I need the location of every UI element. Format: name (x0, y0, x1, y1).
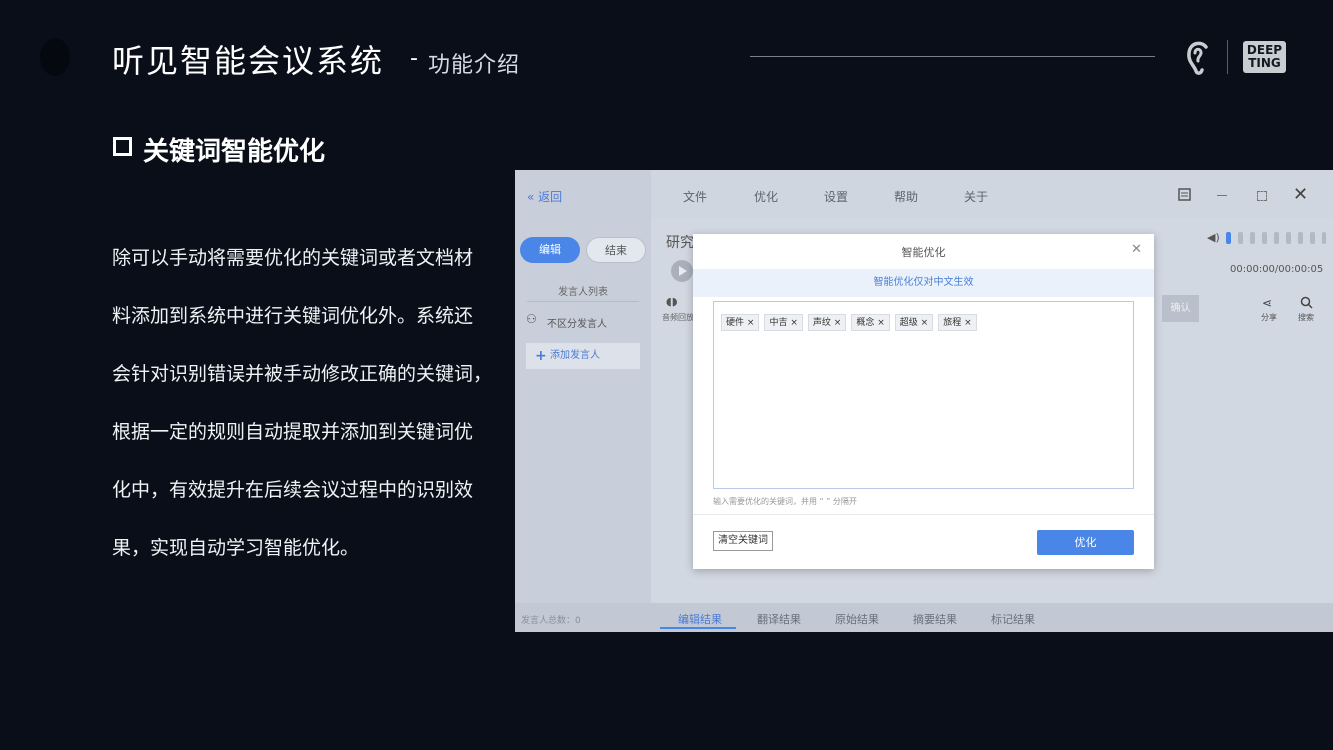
tab-edit-result[interactable]: 编辑结果 (678, 611, 722, 627)
volume-bar (1298, 232, 1303, 244)
tab-translate-result[interactable]: 翻译结果 (757, 611, 801, 627)
add-speaker-button[interactable]: + 添加发言人 (526, 343, 640, 369)
header-divider (750, 56, 1155, 57)
volume-bar (1262, 232, 1267, 244)
menu-settings[interactable]: 设置 (824, 188, 848, 205)
title-separator: - (410, 46, 418, 71)
dialog-close-icon[interactable]: ✕ (1131, 242, 1142, 257)
app-screenshot: « 返回 文件 优化 设置 帮助 关于 ✕ 编辑 结束 发言人列表 ⚇ 不区分发… (515, 170, 1333, 632)
play-icon[interactable] (671, 260, 693, 282)
confirm-button[interactable]: 确认 (1162, 295, 1199, 322)
speaker-list-title: 发言人列表 (558, 287, 608, 298)
paragraph-line: 会针对识别错误并被手动修改正确的关键词， (112, 363, 493, 385)
edit-button[interactable]: 编辑 (520, 237, 580, 263)
keyword-tag-label: 概念 (856, 318, 875, 328)
page-title: 听见智能会议系统 (112, 42, 385, 80)
section-title: 关键词智能优化 (143, 137, 326, 167)
brand-logo-line2: TING (1248, 56, 1281, 70)
volume-bar (1238, 232, 1243, 244)
volume-bar (1250, 232, 1255, 244)
dialog-title: 智能优化 (901, 246, 946, 259)
keyword-tag: 声纹 × (807, 314, 847, 331)
dialog-divider (693, 514, 1154, 515)
audio-wave-icon[interactable]: ◖◗ (666, 295, 678, 308)
section-bullet-icon (113, 137, 132, 156)
end-button[interactable]: 结束 (586, 237, 646, 263)
tag-remove-icon[interactable]: × (964, 318, 972, 328)
tag-remove-icon[interactable]: × (877, 318, 885, 328)
menu-help[interactable]: 帮助 (894, 188, 918, 205)
keyword-hint: 输入需要优化的关键词，并用 “ ” 分隔开 (713, 497, 857, 506)
person-icon: ⚇ (526, 312, 537, 326)
paragraph-line: 料添加到系统中进行关键词优化外。系统还 (112, 305, 474, 327)
volume-bar (1322, 232, 1326, 244)
no-speaker-label[interactable]: 不区分发言人 (547, 315, 607, 330)
clear-keywords-button[interactable]: 清空关键词 (713, 531, 773, 551)
logo-divider (1227, 40, 1228, 74)
close-icon[interactable]: ✕ (1293, 184, 1308, 205)
keyword-tag-label: 旅程 (943, 318, 962, 328)
keyword-tag-list: 硬件 × 中吉 × 声纹 × 概念 × 超级 × 旅程 × (721, 310, 982, 331)
keyword-tag-label: 硬件 (726, 318, 745, 328)
keyword-tag-label: 中吉 (769, 318, 788, 328)
volume-bar (1310, 232, 1315, 244)
tag-remove-icon[interactable]: × (790, 318, 798, 328)
speaker-count: 发言人总数：0 (521, 616, 581, 626)
tag-remove-icon[interactable]: × (747, 318, 755, 328)
plus-icon: + (535, 348, 547, 364)
menu-file[interactable]: 文件 (683, 188, 707, 205)
ear-logo-icon (1187, 41, 1208, 75)
volume-meter (1226, 232, 1326, 244)
back-link[interactable]: « 返回 (527, 188, 562, 205)
audio-replay-label: 音频回放 (662, 313, 694, 322)
keyword-input-area[interactable]: 硬件 × 中吉 × 声纹 × 概念 × 超级 × 旅程 × (713, 301, 1134, 489)
volume-bar (1274, 232, 1279, 244)
menu-optimize[interactable]: 优化 (754, 188, 778, 205)
maximize-icon[interactable] (1257, 191, 1267, 201)
decorative-mark (40, 38, 70, 76)
notes-icon[interactable] (1178, 188, 1191, 201)
keyword-tag: 硬件 × (721, 314, 760, 331)
keyword-tag: 中吉 × (764, 314, 803, 331)
smart-optimize-dialog: 智能优化 ✕ 智能优化仅对中文生效 硬件 × 中吉 × 声纹 × 概念 × 超级 × 旅程… (693, 234, 1154, 569)
playback-timer: 00:00:00/00:00:05 (1230, 264, 1324, 275)
paragraph-line: 除可以手动将需要优化的关键词或者文档材 (112, 247, 474, 269)
tab-original-result[interactable]: 原始结果 (835, 611, 879, 627)
back-label: 返回 (538, 190, 563, 204)
search-label: 搜索 (1298, 313, 1314, 322)
keyword-tag: 超级 × (894, 314, 934, 331)
keyword-tag-label: 超级 (899, 318, 918, 328)
active-tab-indicator (660, 627, 736, 629)
paragraph-line: 根据一定的规则自动提取并添加到关键词优 (112, 421, 474, 443)
keyword-tag: 概念 × (851, 314, 890, 331)
document-title: 研究 (666, 235, 694, 251)
volume-bar (1226, 232, 1231, 244)
share-icon[interactable]: ⋖ (1262, 296, 1272, 310)
paragraph-line: 化中，有效提升在后续会议过程中的识别效 (112, 479, 474, 501)
add-speaker-label: 添加发言人 (550, 350, 600, 361)
optimize-button[interactable]: 优化 (1037, 530, 1134, 555)
tag-remove-icon[interactable]: × (921, 318, 929, 328)
tag-remove-icon[interactable]: × (834, 318, 842, 328)
keyword-tag-label: 声纹 (812, 318, 831, 328)
page-subtitle: 功能介绍 (428, 53, 521, 78)
paragraph-line: 果，实现自动学习智能优化。 (112, 537, 360, 559)
keyword-tag: 旅程 × (938, 314, 977, 331)
double-chevron-left-icon: « (527, 190, 535, 204)
dialog-note: 智能优化仅对中文生效 (693, 269, 1154, 297)
share-label: 分享 (1261, 313, 1277, 322)
search-icon[interactable] (1300, 296, 1313, 309)
play-triangle (679, 266, 687, 276)
tab-summary-result[interactable]: 摘要结果 (913, 611, 957, 627)
sidebar-divider (527, 301, 639, 302)
menu-about[interactable]: 关于 (964, 188, 988, 205)
tab-marked-result[interactable]: 标记结果 (991, 611, 1035, 627)
minimize-icon[interactable] (1217, 195, 1227, 196)
brand-logo: DEEP TING (1243, 41, 1286, 73)
volume-bar (1286, 232, 1291, 244)
volume-icon: ◀) (1207, 231, 1220, 244)
